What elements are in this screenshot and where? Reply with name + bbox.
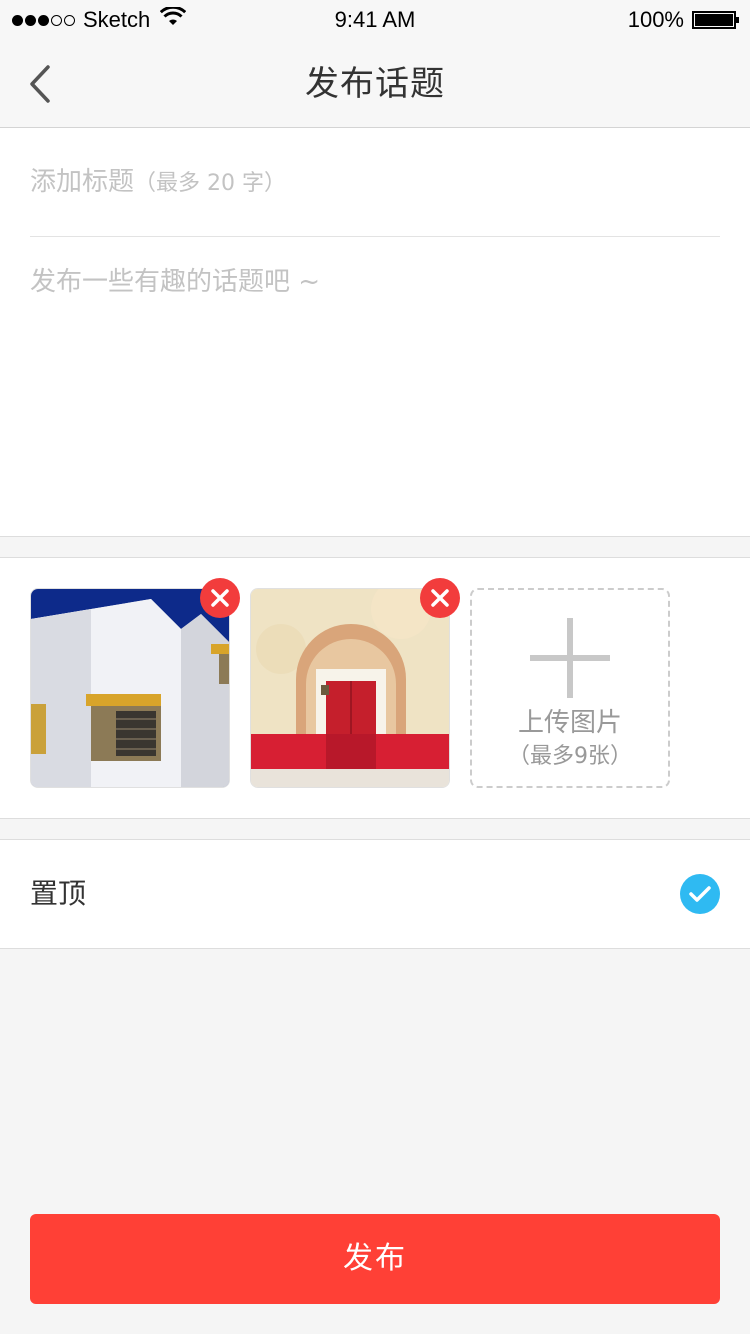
close-icon	[431, 589, 449, 607]
pin-label: 置顶	[30, 877, 87, 910]
upload-photo-button[interactable]: 上传图片 （最多9张）	[470, 588, 670, 788]
upload-label: 上传图片	[517, 708, 622, 738]
remove-photo-button[interactable]	[420, 578, 460, 618]
publish-button[interactable]: 发布	[30, 1214, 720, 1304]
status-bar: Sketch 9:41 AM 100%	[0, 0, 750, 40]
divider	[30, 236, 720, 237]
pin-to-top-row[interactable]: 置顶	[0, 839, 750, 949]
battery-percent: 100%	[627, 7, 684, 32]
photo-section: 上传图片 （最多9张）	[0, 557, 750, 819]
photo-thumbnail[interactable]	[30, 578, 240, 788]
photo-thumbnail[interactable]	[250, 578, 460, 788]
body-textarea[interactable]: 发布一些有趣的话题吧 ~	[30, 260, 720, 520]
red-door-photo	[250, 588, 450, 788]
pin-checkbox[interactable]	[680, 874, 720, 914]
title-placeholder: 添加标题	[30, 167, 135, 197]
upload-hint: （最多9张）	[508, 744, 632, 769]
battery-status: 100%	[627, 7, 739, 33]
white-building-photo	[30, 588, 230, 788]
remove-photo-button[interactable]	[200, 578, 240, 618]
title-input[interactable]: 添加标题（最多 20 字）	[30, 160, 720, 204]
checkmark-icon	[689, 886, 711, 902]
close-icon	[211, 589, 229, 607]
body-placeholder: 发布一些有趣的话题吧 ~	[30, 267, 321, 297]
title-placeholder-hint: （最多 20 字）	[134, 171, 286, 196]
post-editor: 添加标题（最多 20 字） 发布一些有趣的话题吧 ~	[0, 128, 750, 537]
plus-icon	[530, 618, 610, 698]
navigation-bar: 发布话题	[0, 40, 750, 128]
battery-icon	[692, 11, 739, 29]
page-title: 发布话题	[305, 64, 445, 104]
